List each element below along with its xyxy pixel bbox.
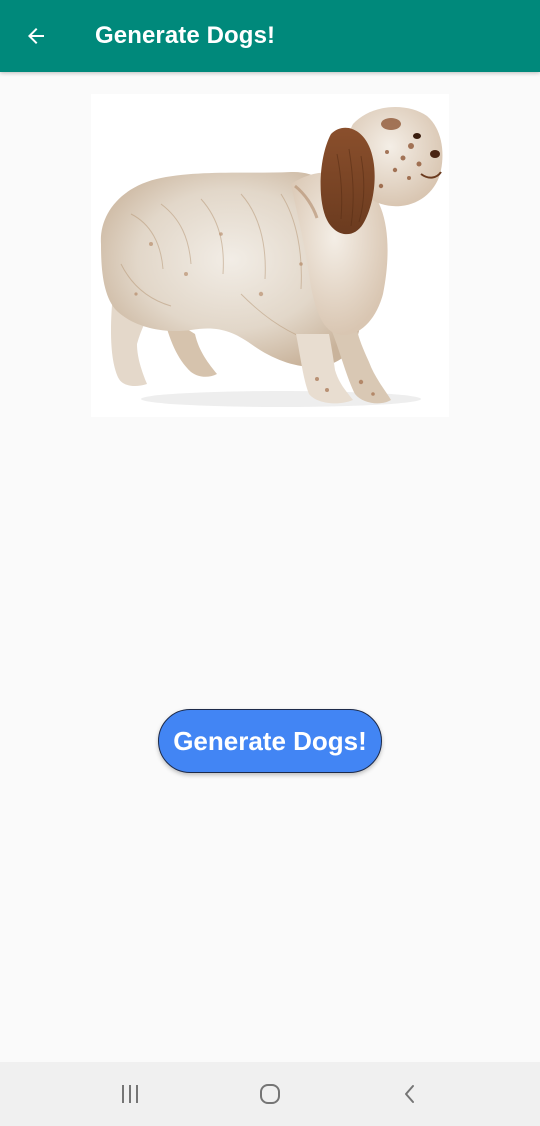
back-button[interactable]	[12, 12, 60, 60]
app-bar: Generate Dogs!	[0, 0, 540, 72]
arrow-back-icon	[28, 28, 44, 44]
recents-icon	[122, 1085, 138, 1103]
home-button[interactable]	[246, 1070, 294, 1118]
app-title: Generate Dogs!	[95, 22, 276, 49]
dog-image	[91, 94, 449, 417]
home-icon	[260, 1084, 280, 1104]
generate-dogs-button[interactable]: Generate Dogs!	[158, 709, 382, 773]
main-content: Generate Dogs!	[0, 72, 540, 1062]
back-nav-button[interactable]	[386, 1070, 434, 1118]
back-icon	[405, 1085, 414, 1103]
recents-button[interactable]	[106, 1070, 154, 1118]
dog-illustration	[100, 106, 443, 407]
system-nav-bar	[0, 1062, 540, 1126]
